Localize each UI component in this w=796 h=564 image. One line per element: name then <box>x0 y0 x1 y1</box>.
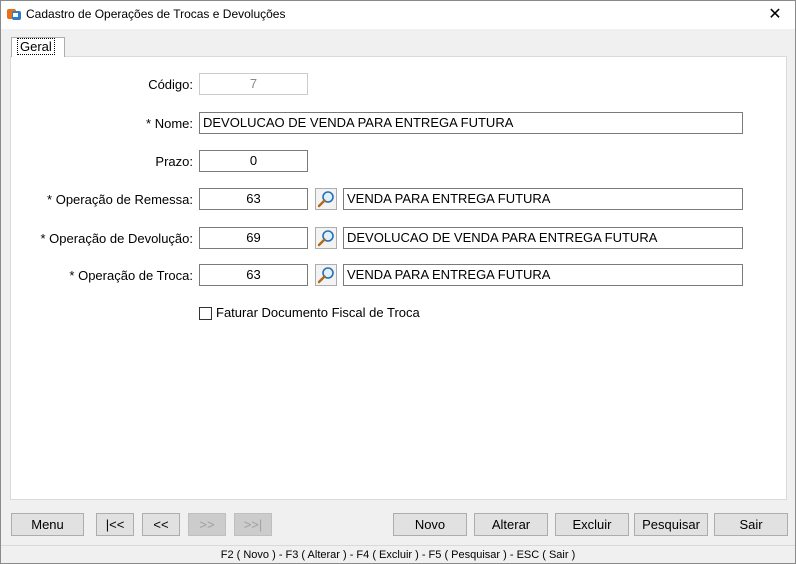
next-record-button[interactable]: >> <box>188 513 226 536</box>
troca-lookup-button[interactable] <box>315 264 337 286</box>
nome-field[interactable]: DEVOLUCAO DE VENDA PARA ENTREGA FUTURA <box>199 112 743 134</box>
main-window: Cadastro de Operações de Trocas e Devolu… <box>0 0 796 564</box>
prazo-label: Prazo: <box>155 154 193 169</box>
novo-button[interactable]: Novo <box>393 513 467 536</box>
remessa-description-field[interactable]: VENDA PARA ENTREGA FUTURA <box>343 188 743 210</box>
troca-description-field[interactable]: VENDA PARA ENTREGA FUTURA <box>343 264 743 286</box>
excluir-button[interactable]: Excluir <box>555 513 629 536</box>
window-title: Cadastro de Operações de Trocas e Devolu… <box>26 7 286 21</box>
first-record-button[interactable]: |<< <box>96 513 134 536</box>
shortcut-status-bar: F2 ( Novo ) - F3 ( Alterar ) - F4 ( Excl… <box>1 545 795 564</box>
magnifier-icon <box>317 191 334 208</box>
codigo-field: 7 <box>199 73 308 95</box>
devolucao-code-field[interactable]: 69 <box>199 227 308 249</box>
remessa-code-field[interactable]: 63 <box>199 188 308 210</box>
prazo-field[interactable]: 0 <box>199 150 308 172</box>
pesquisar-button[interactable]: Pesquisar <box>634 513 708 536</box>
title-bar: Cadastro de Operações de Trocas e Devolu… <box>1 1 795 29</box>
previous-record-button[interactable]: << <box>142 513 180 536</box>
faturar-checkbox-label[interactable]: Faturar Documento Fiscal de Troca <box>216 305 420 320</box>
faturar-checkbox[interactable] <box>199 307 212 320</box>
devolucao-description-field[interactable]: DEVOLUCAO DE VENDA PARA ENTREGA FUTURA <box>343 227 743 249</box>
codigo-label: Código: <box>148 77 193 92</box>
app-logo-icon <box>7 9 21 20</box>
devolucao-lookup-button[interactable] <box>315 227 337 249</box>
tab-geral[interactable]: Geral <box>11 37 65 57</box>
magnifier-icon <box>317 267 334 284</box>
close-button[interactable]: ✕ <box>755 1 795 29</box>
nome-label: * Nome: <box>146 116 193 131</box>
remessa-label: * Operação de Remessa: <box>47 192 193 207</box>
troca-code-field[interactable]: 63 <box>199 264 308 286</box>
menu-button[interactable]: Menu <box>11 513 84 536</box>
tab-label: Geral <box>17 38 55 55</box>
close-icon: ✕ <box>768 6 782 23</box>
remessa-lookup-button[interactable] <box>315 188 337 210</box>
alterar-button[interactable]: Alterar <box>474 513 548 536</box>
devolucao-label: * Operação de Devolução: <box>40 231 193 246</box>
sair-button[interactable]: Sair <box>714 513 788 536</box>
troca-label: * Operação de Troca: <box>69 268 193 283</box>
last-record-button[interactable]: >>| <box>234 513 272 536</box>
magnifier-icon <box>317 230 334 247</box>
